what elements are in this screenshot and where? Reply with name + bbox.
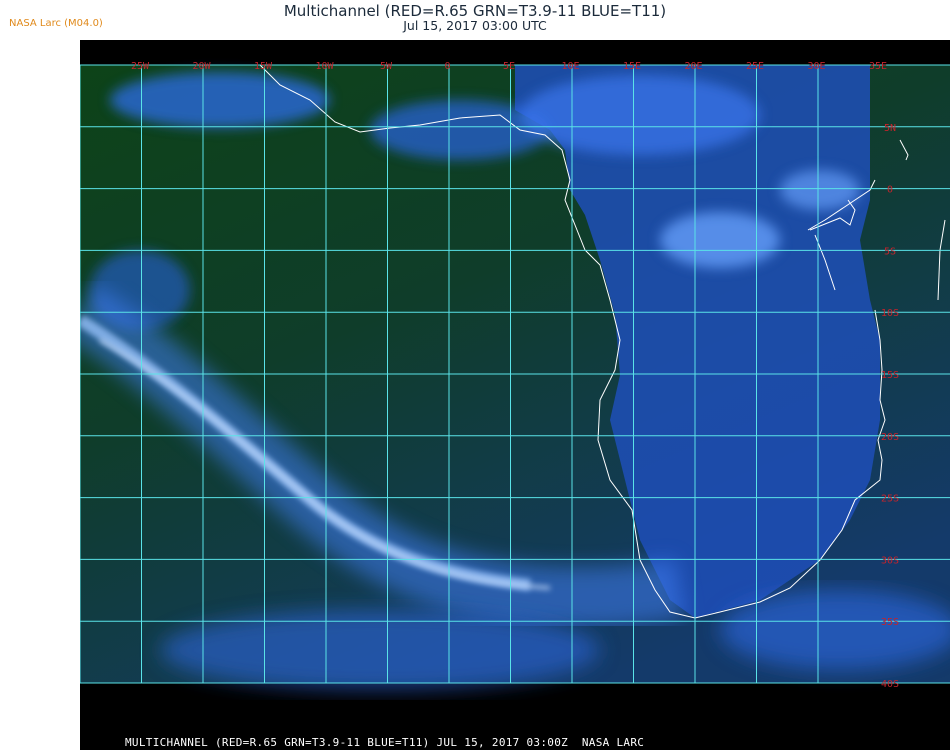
longitude-label: 20E: [684, 61, 702, 72]
latitude-label: 15S: [881, 370, 899, 381]
longitude-label: 0: [444, 61, 450, 72]
longitude-label: 5E: [503, 61, 515, 72]
longitude-label: 15W: [254, 61, 273, 72]
latitude-label: 40S: [881, 679, 899, 690]
latitude-label: 20S: [881, 432, 899, 443]
longitude-label: 20W: [192, 61, 211, 72]
satellite-map[interactable]: 25W 20W 15W 10W 5W 0 5E 10E 15E 20E 25E 30E 35E 5N 0 5…: [80, 40, 950, 750]
footer-caption: MULTICHANNEL (RED=R.65 GRN=T3.9-11 BLUE=…: [125, 736, 645, 749]
longitude-label: 35E: [869, 61, 887, 72]
latitude-label: 35S: [881, 617, 899, 628]
latitude-label: 10S: [881, 308, 899, 319]
longitude-label: 10E: [561, 61, 579, 72]
longitude-label: 15E: [623, 61, 641, 72]
longitude-label: 5W: [380, 61, 393, 72]
image-timestamp: Jul 15, 2017 03:00 UTC: [403, 18, 547, 33]
longitude-label: 25E: [746, 61, 764, 72]
footer-bar: MULTICHANNEL (RED=R.65 GRN=T3.9-11 BLUE=…: [80, 735, 950, 750]
latitude-label: 5S: [884, 246, 896, 257]
longitude-label: 10W: [315, 61, 334, 72]
latitude-label: 5N: [884, 123, 896, 134]
satellite-image: 25W 20W 15W 10W 5W 0 5E 10E 15E 20E 25E 30E 35E 5N 0 5…: [80, 61, 950, 690]
longitude-label: 30E: [807, 61, 825, 72]
latitude-label: 25S: [881, 494, 899, 505]
latitude-label: 30S: [881, 555, 899, 566]
latitude-label: 0: [887, 185, 893, 196]
longitude-label: 25W: [131, 61, 150, 72]
